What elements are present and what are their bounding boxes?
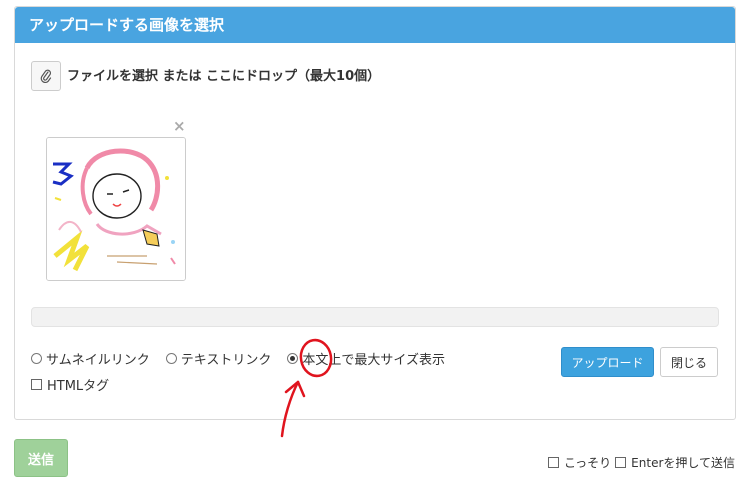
upload-panel: アップロードする画像を選択 ファイルを選択 または ここにドロップ（最大10個） [14, 6, 736, 420]
option-label: テキストリンク [180, 353, 272, 368]
image-thumbnail[interactable] [46, 137, 186, 281]
option-label: サムネイルリンク [46, 353, 150, 368]
option-max-size-display[interactable]: 本文上で最大サイズ表示 [287, 349, 445, 368]
enter-send-option[interactable]: Enterを押して送信 [615, 454, 735, 471]
secret-option[interactable]: こっそり [548, 454, 611, 471]
enter-send-checkbox[interactable] [615, 457, 627, 468]
enter-send-label: Enterを押して送信 [631, 456, 736, 470]
attach-file-button[interactable] [31, 61, 61, 91]
html-tag-checkbox[interactable] [31, 379, 42, 390]
upload-progress-bar [31, 307, 719, 327]
thumbnail-image [47, 138, 185, 280]
thumbnail-container [46, 135, 186, 281]
max-size-display-radio[interactable] [287, 353, 299, 364]
thumbnail-link-radio[interactable] [31, 353, 42, 364]
option-label: 本文上で最大サイズ表示 [302, 353, 445, 368]
close-button[interactable]: 閉じる [660, 347, 718, 377]
remove-image-button[interactable]: × [173, 117, 186, 135]
drop-zone-label[interactable]: ファイルを選択 または ここにドロップ（最大10個） [67, 65, 380, 84]
link-type-options: サムネイルリンク テキストリンク 本文上で最大サイズ表示 [31, 349, 461, 368]
option-thumbnail-link[interactable]: サムネイルリンク [31, 349, 150, 368]
panel-title: アップロードする画像を選択 [15, 7, 735, 43]
secret-label: こっそり [564, 456, 612, 470]
secret-checkbox[interactable] [548, 457, 559, 468]
paperclip-icon [40, 69, 52, 83]
footer-options: こっそり Enterを押して送信 [548, 454, 739, 471]
html-tag-label: HTMLタグ [47, 379, 110, 394]
text-link-radio[interactable] [165, 353, 177, 364]
upload-button[interactable]: アップロード [561, 347, 654, 377]
option-text-link[interactable]: テキストリンク [165, 349, 272, 368]
send-button[interactable]: 送信 [14, 439, 68, 477]
html-tag-option[interactable]: HTMLタグ [31, 375, 109, 394]
